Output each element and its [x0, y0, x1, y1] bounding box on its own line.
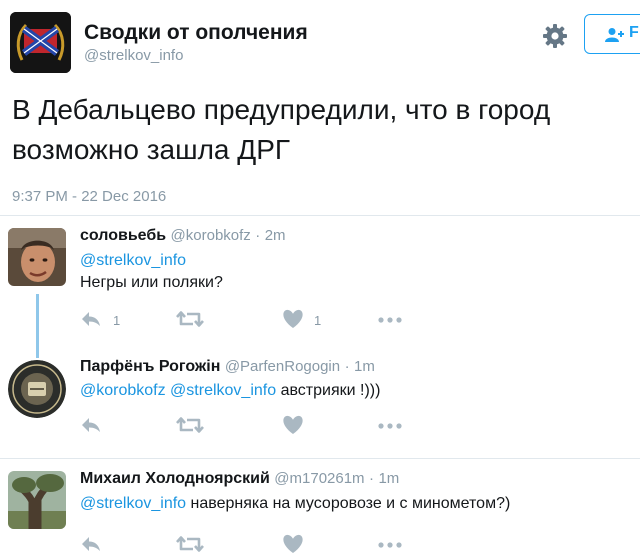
reply-icon[interactable]: [80, 535, 102, 553]
separator: ·: [255, 227, 261, 244]
gear-icon[interactable]: [541, 22, 569, 50]
follow-button[interactable]: F: [584, 14, 640, 54]
reply-body: @strelkov_info Негры или поляки?: [80, 250, 223, 294]
reply-text: австрияки !))): [280, 382, 381, 399]
reply-author-handle[interactable]: @korobkofz: [171, 227, 251, 244]
more-icon[interactable]: [378, 542, 402, 548]
mention-link[interactable]: @strelkov_info: [80, 250, 223, 272]
mention-link[interactable]: @korobkofz @strelkov_info: [80, 382, 276, 399]
reply-author-handle[interactable]: @m170261m: [274, 470, 364, 487]
reply-header: Михаил Холодноярский @m170261m · 1m: [80, 470, 399, 488]
retweet-icon[interactable]: [176, 416, 204, 434]
reply-time[interactable]: 1m: [378, 470, 399, 487]
heart-icon[interactable]: [282, 309, 304, 329]
like-count: 1: [314, 313, 322, 328]
reply-author-name[interactable]: Парфёнъ Рогожiн: [80, 358, 220, 375]
separator: ·: [369, 470, 375, 487]
mention-link[interactable]: @strelkov_info: [80, 495, 186, 512]
reply-tweet[interactable]: Михаил Холодноярский @m170261m · 1m @str…: [0, 459, 640, 560]
reply-body: @korobkofz @strelkov_info австрияки !))): [80, 380, 380, 402]
retweet-icon[interactable]: [176, 310, 204, 328]
reply-body: @strelkov_info наверняка на мусоровозе и…: [80, 493, 510, 515]
tweet-text: В Дебальцево предупредили, что в город в…: [12, 94, 551, 165]
heart-icon[interactable]: [282, 415, 304, 435]
reply-tweet[interactable]: соловьебь @korobkofz · 2m @strelkov_info…: [0, 216, 640, 346]
reply-text: наверняка на мусоровозе и с минометом?): [190, 495, 511, 512]
reply-header: соловьебь @korobkofz · 2m: [80, 227, 286, 245]
follow-person-icon: [605, 28, 624, 42]
retweet-icon[interactable]: [176, 535, 204, 553]
avatar[interactable]: [8, 360, 66, 418]
avatar[interactable]: [8, 471, 66, 529]
reply-text: Негры или поляки?: [80, 274, 223, 291]
author-handle[interactable]: @strelkov_info: [84, 47, 183, 64]
tweet-header: Сводки от ополчения @strelkov_info F: [0, 0, 640, 80]
reply-time[interactable]: 1m: [354, 358, 375, 375]
separator: ·: [344, 358, 350, 375]
more-icon[interactable]: [378, 317, 402, 323]
reply-header: Парфёнъ Рогожiн @ParfenRogogin · 1m: [80, 358, 375, 376]
heart-icon[interactable]: [282, 534, 304, 554]
reply-author-name[interactable]: соловьебь: [80, 227, 166, 244]
reply-author-name[interactable]: Михаил Холодноярский: [80, 470, 270, 487]
reply-author-handle[interactable]: @ParfenRogogin: [225, 358, 340, 375]
reply-time[interactable]: 2m: [265, 227, 286, 244]
follow-label: F: [629, 24, 639, 41]
author-name[interactable]: Сводки от ополчения: [84, 21, 308, 45]
reply-icon[interactable]: [80, 310, 102, 328]
avatar[interactable]: [8, 228, 66, 286]
reply-tweet[interactable]: Парфёнъ Рогожiн @ParfenRogogin · 1m @kor…: [0, 346, 640, 446]
more-icon[interactable]: [378, 423, 402, 429]
tweet-timestamp[interactable]: 9:37 PM - 22 Dec 2016: [12, 188, 166, 205]
reply-icon[interactable]: [80, 416, 102, 434]
author-avatar[interactable]: [10, 12, 71, 73]
reply-count: 1: [113, 313, 121, 328]
